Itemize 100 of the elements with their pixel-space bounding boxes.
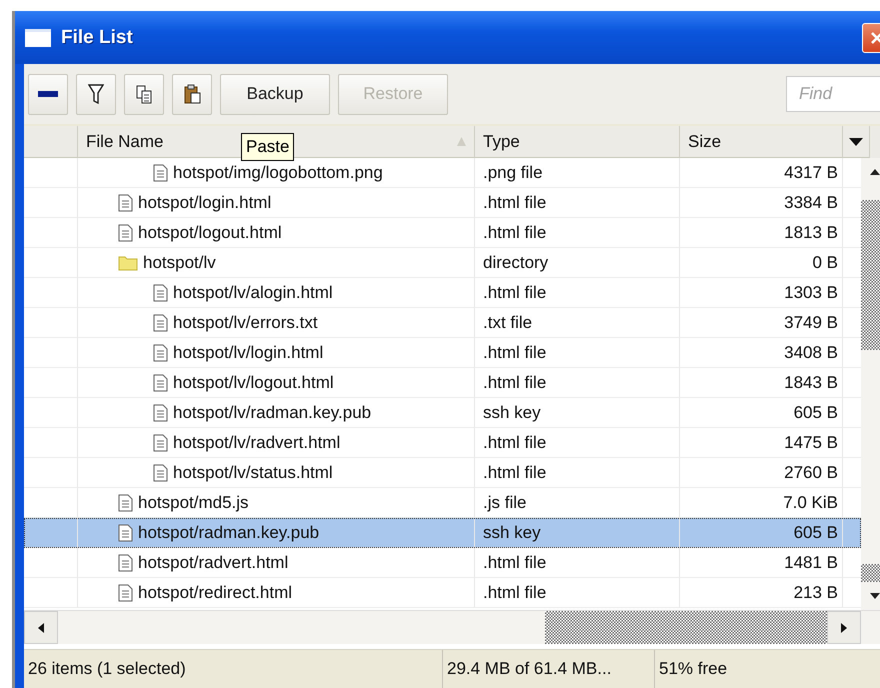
file-icon [118, 194, 133, 212]
file-row[interactable]: hotspot/lv/alogin.html .html file 1303 B [24, 278, 861, 308]
up-arrow-icon [870, 169, 880, 175]
file-icon [153, 284, 168, 302]
file-row[interactable]: hotspot/lv directory 0 B [24, 248, 861, 278]
file-icon [118, 494, 133, 512]
scroll-right-button[interactable] [827, 611, 861, 644]
file-size: 3384 B [784, 192, 838, 212]
window-icon [25, 28, 51, 46]
right-arrow-icon [841, 622, 847, 632]
file-name: hotspot/logout.html [138, 222, 282, 242]
file-row[interactable]: hotspot/redirect.html .html file 213 B [24, 578, 861, 608]
filter-icon [88, 84, 104, 104]
file-row[interactable]: hotspot/radvert.html .html file 1481 B [24, 548, 861, 578]
paste-button[interactable] [172, 74, 212, 114]
scroll-track [861, 564, 880, 582]
file-type: .html file [483, 282, 546, 302]
left-arrow-icon [38, 622, 44, 632]
file-name: hotspot/lv/radvert.html [173, 432, 340, 452]
file-icon [153, 434, 168, 452]
file-type: .html file [483, 372, 546, 392]
minus-icon [38, 91, 58, 97]
file-size: 605 B [794, 522, 838, 542]
file-size: 605 B [794, 402, 838, 422]
file-type: .html file [483, 462, 546, 482]
file-type: .html file [483, 582, 546, 602]
filter-button[interactable] [76, 74, 116, 114]
file-name: hotspot/redirect.html [138, 582, 292, 602]
file-size: 1813 B [784, 222, 838, 242]
file-type: ssh key [483, 522, 541, 542]
tooltip: Paste [241, 133, 294, 161]
status-text: 51% free [659, 659, 728, 679]
file-icon [153, 404, 168, 422]
minus-button[interactable] [28, 74, 68, 114]
copy-icon [136, 84, 152, 104]
file-name: hotspot/lv/alogin.html [173, 282, 333, 302]
file-row[interactable]: hotspot/lv/radman.key.pub ssh key 605 B [24, 398, 861, 428]
find-field[interactable]: Find [786, 76, 880, 112]
column-header[interactable]: Type [483, 132, 520, 152]
file-row[interactable]: hotspot/lv/status.html .html file 2760 B [24, 458, 861, 488]
dropdown-arrow-icon[interactable] [849, 138, 863, 146]
file-name: hotspot/md5.js [138, 492, 249, 512]
file-icon [153, 344, 168, 362]
file-row[interactable]: hotspot/lv/radvert.html .html file 1475 B [24, 428, 861, 458]
file-icon [153, 464, 168, 482]
file-size: 1481 B [784, 552, 838, 572]
file-size: 7.0 KiB [783, 492, 838, 512]
backup-button[interactable]: Backup [220, 74, 330, 114]
file-type: directory [483, 252, 548, 272]
file-icon [153, 164, 168, 182]
column-header[interactable]: File Name [86, 132, 164, 152]
file-type: ssh key [483, 402, 541, 422]
file-icon [118, 554, 133, 572]
file-name: hotspot/lv/login.html [173, 342, 324, 362]
file-size: 1843 B [784, 372, 838, 392]
file-size: 4317 B [784, 162, 838, 182]
file-name: hotspot/img/logobottom.png [173, 162, 383, 182]
file-icon [118, 224, 133, 242]
scrollbar-thumb[interactable] [861, 200, 880, 350]
file-size: 3408 B [784, 342, 838, 362]
file-size: 0 B [812, 252, 838, 272]
file-name: hotspot/radvert.html [138, 552, 288, 572]
file-type: .txt file [483, 312, 532, 332]
file-icon [153, 374, 168, 392]
file-row[interactable]: hotspot/radman.key.pub ssh key 605 B [24, 518, 861, 548]
file-name: hotspot/login.html [138, 192, 272, 212]
file-type: .html file [483, 552, 546, 572]
file-name: hotspot/radman.key.pub [138, 522, 320, 542]
file-size: 1303 B [784, 282, 838, 302]
file-name: hotspot/lv/errors.txt [173, 312, 318, 332]
file-icon [153, 314, 168, 332]
file-size: 2760 B [784, 462, 838, 482]
file-row[interactable]: hotspot/login.html .html file 3384 B [24, 188, 861, 218]
file-icon [118, 584, 133, 602]
paste-icon [184, 84, 200, 104]
folder-icon [118, 254, 138, 271]
file-size: 3749 B [784, 312, 838, 332]
scrollbar-thumb[interactable] [545, 611, 827, 644]
file-size: 1475 B [784, 432, 838, 452]
file-size: 213 B [794, 582, 838, 602]
scroll-left-button[interactable] [24, 611, 58, 644]
file-type: .html file [483, 432, 546, 452]
file-icon [118, 524, 133, 542]
file-name: hotspot/lv/logout.html [173, 372, 334, 392]
file-row[interactable]: hotspot/lv/login.html .html file 3408 B [24, 338, 861, 368]
file-name: hotspot/lv/status.html [173, 462, 333, 482]
file-row[interactable]: hotspot/lv/errors.txt .txt file 3749 B [24, 308, 861, 338]
down-arrow-icon [870, 593, 880, 599]
status-text: 29.4 MB of 61.4 MB... [447, 659, 612, 679]
copy-button[interactable] [124, 74, 164, 114]
file-type: .js file [483, 492, 526, 512]
file-type: .html file [483, 342, 546, 362]
file-type: .html file [483, 192, 546, 212]
file-type: .html file [483, 222, 546, 242]
file-type: .png file [483, 162, 543, 182]
file-row[interactable]: hotspot/logout.html .html file 1813 B [24, 218, 861, 248]
file-name: hotspot/lv [143, 252, 216, 272]
file-name: hotspot/lv/radman.key.pub [173, 402, 372, 422]
file-row[interactable]: hotspot/lv/logout.html .html file 1843 B [24, 368, 861, 398]
column-header[interactable]: Size [688, 132, 722, 152]
